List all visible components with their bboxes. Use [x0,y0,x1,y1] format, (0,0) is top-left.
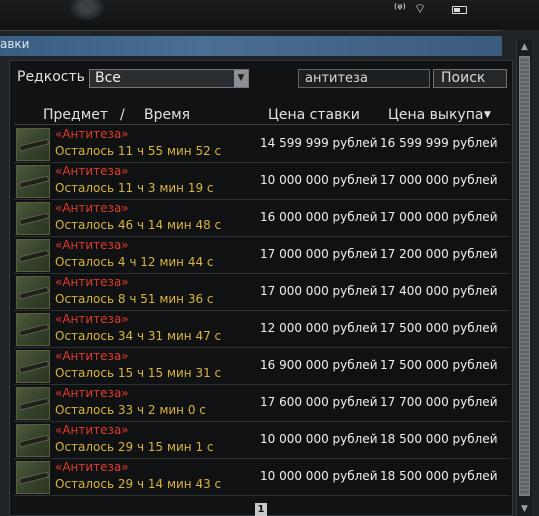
rifle-icon [16,350,50,383]
buyout-price: 18 500 000 рублей [380,469,498,483]
header-divider [14,124,510,125]
item-name: «Антитеза» [55,349,129,363]
item-name: «Антитеза» [55,312,129,326]
bid-price: 16 900 000 рублей [260,358,378,372]
time-remaining: Осталось 29 ч 15 мин 1 с [55,440,214,454]
bid-price: 17 600 000 рублей [260,395,378,409]
bid-price: 10 000 000 рублей [260,469,378,483]
time-remaining: Осталось 4 ч 12 мин 44 с [55,255,214,269]
rarity-label: Редкость [17,69,85,85]
table-row[interactable]: «Антитеза» Осталось 8 ч 51 мин 36 с 17 0… [14,274,510,311]
table-row[interactable]: «Антитеза» Осталось 15 ч 15 мин 31 с 16 … [14,348,510,385]
scrollbar[interactable]: ▲ ▼ [516,40,532,516]
buyout-price: 17 000 000 рублей [380,173,498,187]
chevron-down-icon[interactable]: ▼ [234,70,248,87]
time-remaining: Осталось 29 ч 14 мин 43 с [55,477,222,491]
item-name: «Антитеза» [55,164,129,178]
bid-price: 16 000 000 рублей [260,210,378,224]
item-name: «Антитеза» [55,127,129,141]
buyout-price: 17 400 000 рублей [380,284,498,298]
buyout-price: 16 599 999 рублей [380,136,498,150]
search-input[interactable] [298,69,430,88]
scroll-thumb[interactable] [519,56,530,496]
window-title: авки [0,37,30,51]
table-row[interactable]: «Антитеза» Осталось 11 ч 55 мин 52 с 14 … [14,126,510,163]
item-name: «Антитеза» [55,460,129,474]
bid-price: 17 000 000 рублей [260,247,378,261]
column-header-bid[interactable]: Цена ставки [268,107,360,123]
table-row[interactable]: «Антитеза» Осталось 29 ч 15 мин 1 с 10 0… [14,422,510,459]
table-row[interactable]: «Антитеза» Осталось 4 ч 12 мин 44 с 17 0… [14,237,510,274]
column-header-item[interactable]: Предмет [43,107,108,123]
buyout-price: 17 700 000 рублей [380,395,498,409]
time-remaining: Осталось 33 ч 2 мин 0 с [55,403,206,417]
rifle-icon [16,387,50,420]
scroll-up-arrow-icon[interactable]: ▲ [517,40,532,54]
top-knob [70,0,104,20]
column-header-time[interactable]: Время [144,107,190,123]
bid-price: 10 000 000 рублей [260,173,378,187]
time-remaining: Осталось 8 ч 51 мин 36 с [55,292,214,306]
time-remaining: Осталось 11 ч 3 мин 19 с [55,181,214,195]
buyout-price: 17 200 000 рублей [380,247,498,261]
rifle-icon [16,313,50,346]
rifle-icon [16,128,50,161]
rifle-icon [16,461,50,494]
item-name: «Антитеза» [55,386,129,400]
buyout-price: 17 500 000 рублей [380,321,498,335]
time-remaining: Осталось 34 ч 31 мин 47 с [55,329,222,343]
rifle-icon [16,165,50,198]
time-remaining: Осталось 46 ч 14 мин 48 с [55,218,222,232]
buyout-price: 17 000 000 рублей [380,210,498,224]
rifle-icon [16,276,50,309]
column-header-separator: / [120,107,125,123]
time-remaining: Осталось 11 ч 55 мин 52 с [55,144,222,158]
table-row[interactable]: «Антитеза» Осталось 33 ч 2 мин 0 с 17 60… [14,385,510,422]
rifle-icon [16,202,50,235]
item-name: «Антитеза» [55,423,129,437]
rarity-selected-value: Все [95,70,121,86]
item-name: «Антитеза» [55,201,129,215]
table-row[interactable]: «Антитеза» Осталось 46 ч 14 мин 48 с 16 … [14,200,510,237]
buyout-price: 17 500 000 рублей [380,358,498,372]
game-top-strip: ⁽ᵠ⁾ ⌔ [0,0,539,30]
wifi-icon: ⌔ [414,2,427,17]
bid-price: 14 599 999 рублей [260,136,378,150]
battery-icon [452,6,467,14]
time-remaining: Осталось 15 ч 15 мин 31 с [55,366,222,380]
window-title-bar: авки [0,36,510,56]
bid-price: 10 000 000 рублей [260,432,378,446]
search-button[interactable]: Поиск [433,69,507,88]
signal-antenna-icon: ⁽ᵠ⁾ [394,2,406,17]
column-header-buyout[interactable]: Цена выкупа [388,107,483,123]
rarity-dropdown[interactable]: Все ▼ [89,69,249,88]
bid-price: 17 000 000 рублей [260,284,378,298]
item-name: «Антитеза» [55,238,129,252]
lots-list: «Антитеза» Осталось 11 ч 55 мин 52 с 14 … [14,126,510,496]
item-name: «Антитеза» [55,275,129,289]
page-number[interactable]: 1 [255,503,267,516]
bid-price: 12 000 000 рублей [260,321,378,335]
table-row[interactable]: «Антитеза» Осталось 34 ч 31 мин 47 с 12 … [14,311,510,348]
rifle-icon [16,239,50,272]
table-row[interactable]: «Антитеза» Осталось 29 ч 14 мин 43 с 10 … [14,459,510,496]
scroll-down-arrow-icon[interactable]: ▼ [517,502,532,516]
sort-descending-icon[interactable]: ▼ [484,110,491,120]
buyout-price: 18 500 000 рублей [380,432,498,446]
table-row[interactable]: «Антитеза» Осталось 11 ч 3 мин 19 с 10 0… [14,163,510,200]
rifle-icon [16,424,50,457]
